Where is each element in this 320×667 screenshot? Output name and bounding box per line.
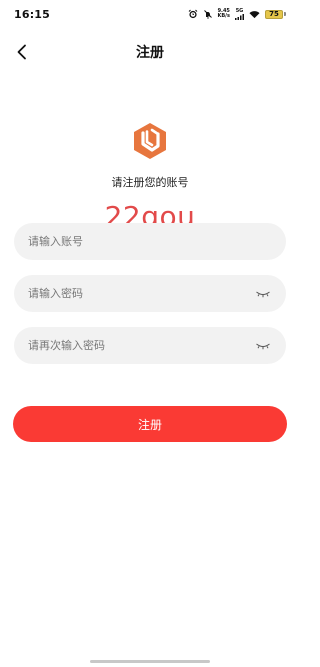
signal-bars-icon: [235, 13, 244, 20]
register-subtitle: 请注册您的账号: [111, 176, 189, 189]
back-button[interactable]: [10, 40, 34, 64]
eye-closed-icon: [256, 291, 270, 297]
network-speed: 9.45 KB/s: [218, 9, 231, 19]
register-screen: 16:15 9.45 KB/s 5G 75 注册 请注册您的账号 22gou 请…: [0, 0, 300, 667]
page-title: 注册: [136, 45, 164, 61]
chevron-left-icon: [17, 44, 26, 60]
status-bar: 16:15 9.45 KB/s 5G 75: [0, 0, 300, 28]
confirm-visibility-toggle[interactable]: [254, 340, 272, 352]
wifi-icon: [249, 10, 260, 19]
password-field[interactable]: [14, 275, 286, 312]
account-input[interactable]: [28, 235, 272, 248]
mute-icon: [203, 9, 213, 19]
confirm-password-input[interactable]: [28, 339, 254, 352]
nav-bar: 注册: [0, 32, 300, 72]
password-visibility-toggle[interactable]: [254, 288, 272, 300]
cellular-signal: 5G: [235, 8, 244, 20]
alarm-icon: [188, 9, 198, 19]
network-speed-unit: KB/s: [217, 13, 231, 19]
app-logo-icon: [134, 123, 166, 159]
status-time: 16:15: [14, 7, 51, 21]
password-input[interactable]: [28, 287, 254, 300]
status-icons: 9.45 KB/s 5G 75: [188, 8, 286, 20]
battery-icon: 75: [265, 9, 286, 19]
register-button[interactable]: 注册: [13, 406, 287, 442]
confirm-password-field[interactable]: [14, 327, 286, 364]
eye-closed-icon: [256, 343, 270, 349]
battery-level: 75: [265, 9, 283, 19]
home-indicator[interactable]: [90, 660, 210, 663]
account-field[interactable]: [14, 223, 286, 260]
